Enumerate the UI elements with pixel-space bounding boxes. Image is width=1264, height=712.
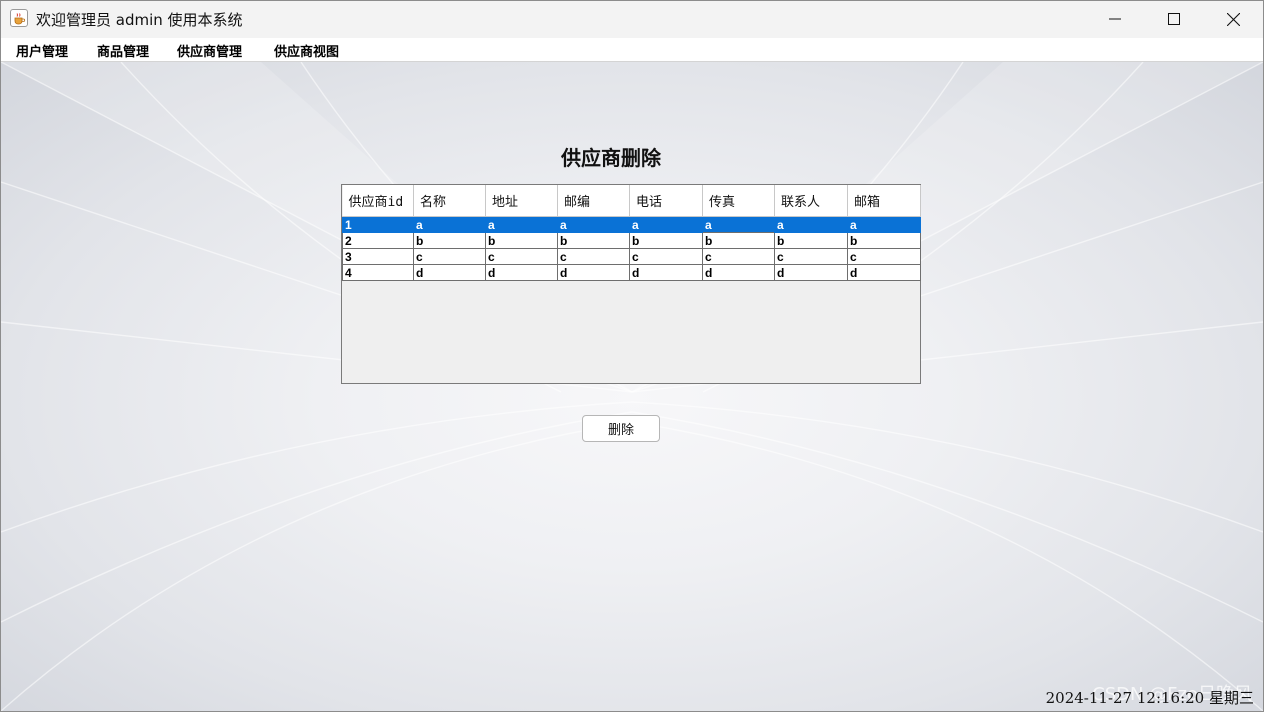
table-cell[interactable]: d: [557, 264, 630, 281]
title-bar: 欢迎管理员 admin 使用本系统: [0, 0, 1264, 38]
close-button[interactable]: [1204, 0, 1262, 38]
table-cell[interactable]: c: [485, 248, 558, 265]
table-cell[interactable]: c: [629, 248, 703, 265]
column-header[interactable]: 传真: [702, 185, 775, 217]
menu-bar: 用户管理 商品管理 供应商管理 供应商视图: [0, 38, 1264, 62]
table-cell[interactable]: d: [485, 264, 558, 281]
window-title: 欢迎管理员 admin 使用本系统: [36, 11, 243, 29]
menu-supplier-view[interactable]: 供应商视图: [274, 41, 339, 60]
table-cell[interactable]: a: [702, 216, 775, 233]
column-header[interactable]: 地址: [485, 185, 558, 217]
maximize-icon: [1168, 13, 1180, 25]
column-header[interactable]: 联系人: [774, 185, 848, 217]
table-cell[interactable]: 2: [342, 232, 414, 249]
column-header[interactable]: 邮箱: [847, 185, 921, 217]
table-cell[interactable]: b: [629, 232, 703, 249]
column-header[interactable]: 供应商id: [342, 185, 414, 217]
table-cell[interactable]: d: [629, 264, 703, 281]
table-cell[interactable]: a: [557, 216, 630, 233]
table-cell[interactable]: c: [847, 248, 921, 265]
minimize-button[interactable]: [1086, 0, 1144, 38]
column-header[interactable]: 电话: [629, 185, 703, 217]
table-row[interactable]: 3ccccccc: [342, 248, 921, 265]
menu-user-management[interactable]: 用户管理: [16, 41, 68, 60]
table-cell[interactable]: a: [774, 216, 848, 233]
table-cell[interactable]: b: [413, 232, 486, 249]
page-title: 供应商删除: [561, 146, 661, 170]
table-cell[interactable]: b: [847, 232, 921, 249]
table-cell[interactable]: d: [774, 264, 848, 281]
table-row[interactable]: 4ddddddd: [342, 264, 921, 281]
delete-button[interactable]: 删除: [582, 415, 660, 442]
table-cell[interactable]: 3: [342, 248, 414, 265]
table-header-row: 供应商id 名称 地址 邮编 电话 传真 联系人 邮箱: [342, 185, 921, 217]
table-cell[interactable]: c: [413, 248, 486, 265]
table-cell[interactable]: c: [702, 248, 775, 265]
table-cell[interactable]: a: [629, 216, 703, 233]
menu-product-management[interactable]: 商品管理: [97, 41, 149, 60]
menu-supplier-management[interactable]: 供应商管理: [177, 41, 242, 60]
column-header[interactable]: 邮编: [557, 185, 630, 217]
table-cell[interactable]: b: [774, 232, 848, 249]
supplier-table[interactable]: 供应商id 名称 地址 邮编 电话 传真 联系人 邮箱 1aaaaaaa2bbbbbbb3cc…: [341, 184, 921, 384]
minimize-icon: [1109, 18, 1121, 20]
close-icon: [1226, 12, 1240, 26]
table-cell[interactable]: b: [485, 232, 558, 249]
table-cell[interactable]: a: [413, 216, 486, 233]
table-row[interactable]: 1aaaaaaa: [342, 216, 921, 233]
table-cell[interactable]: 4: [342, 264, 414, 281]
table-cell[interactable]: b: [557, 232, 630, 249]
table-cell[interactable]: 1: [342, 216, 414, 233]
content-panel: 供应商删除 供应商id 名称 地址 邮编 电话 传真 联系人 邮箱 1aaaaaaa2bbbb…: [1, 62, 1263, 711]
table-cell[interactable]: a: [847, 216, 921, 233]
java-coffee-cup-icon: [10, 9, 28, 27]
table-cell[interactable]: c: [774, 248, 848, 265]
table-row[interactable]: 2bbbbbbb: [342, 232, 921, 249]
table-cell[interactable]: b: [702, 232, 775, 249]
table-cell[interactable]: a: [485, 216, 558, 233]
table-cell[interactable]: c: [557, 248, 630, 265]
column-header[interactable]: 名称: [413, 185, 486, 217]
table-cell[interactable]: d: [702, 264, 775, 281]
datetime-label: 2024-11-27 12:16:20 星期三: [1045, 689, 1254, 707]
maximize-button[interactable]: [1145, 0, 1203, 38]
table-cell[interactable]: d: [847, 264, 921, 281]
table-cell[interactable]: d: [413, 264, 486, 281]
